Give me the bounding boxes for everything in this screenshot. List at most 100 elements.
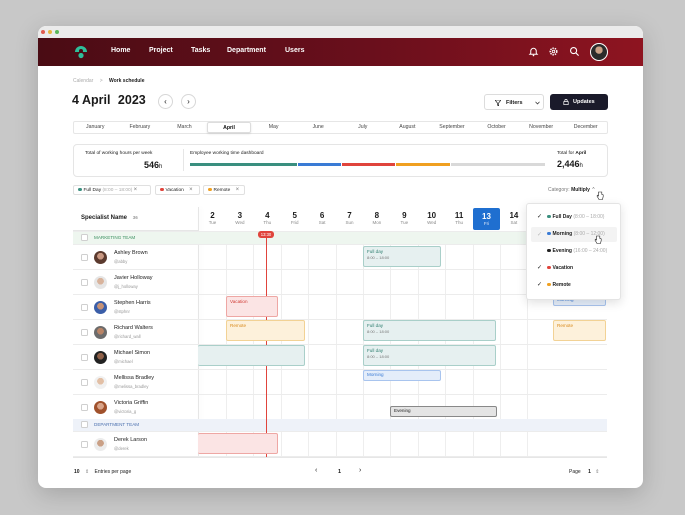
event-full-day-continued[interactable] <box>198 345 305 366</box>
specialist-name[interactable]: Ashley Brown <box>114 250 148 256</box>
row-checkbox[interactable] <box>81 354 88 361</box>
row-checkbox[interactable] <box>81 279 88 286</box>
day-header[interactable]: 6 Sat <box>309 207 336 231</box>
month-september[interactable]: September <box>430 122 475 133</box>
total-hours-label: Total of working hours per week <box>85 151 153 156</box>
gear-icon[interactable] <box>548 46 559 57</box>
updates-button[interactable]: Updates <box>550 94 608 110</box>
day-header[interactable]: 4 Thu <box>254 207 281 231</box>
row-checkbox[interactable] <box>81 379 88 386</box>
month-january[interactable]: January <box>73 122 118 133</box>
month-august[interactable]: August <box>385 122 430 133</box>
legend-full-day-time: (8:00 – 18:00) <box>102 188 133 193</box>
event-full-day[interactable]: Full day 8:00 – 18:00 <box>363 345 496 366</box>
row-checkbox[interactable] <box>81 254 88 261</box>
specialist-name[interactable]: Javier Holloway <box>114 275 153 281</box>
next-date-button[interactable]: › <box>181 94 196 109</box>
month-april[interactable]: April <box>206 122 252 133</box>
remove-remote-icon[interactable]: × <box>236 187 240 193</box>
avatar <box>94 438 107 451</box>
entries-per-page[interactable]: 10 ⇕ Entries per page <box>74 469 131 475</box>
event-vacation[interactable]: Vacation <box>226 296 278 317</box>
day-header[interactable]: 5 Frid <box>281 207 308 231</box>
pagination-current[interactable]: 1 <box>338 469 341 475</box>
month-october[interactable]: October <box>474 122 519 133</box>
user-avatar[interactable] <box>590 43 608 61</box>
april-total-number: 2,446 <box>557 159 580 169</box>
entries-label: Entries per page <box>94 469 132 475</box>
breadcrumb: Calendar > Work schedule <box>73 78 144 84</box>
event-morning[interactable]: Morning <box>363 370 441 381</box>
event-remote[interactable]: Remote <box>226 320 305 341</box>
day-header[interactable]: 13 Fri <box>473 208 500 230</box>
stepper-icon[interactable]: ⇕ <box>595 469 599 475</box>
month-march[interactable]: March <box>162 122 207 133</box>
month-july[interactable]: July <box>341 122 386 133</box>
stepper-icon[interactable]: ⇕ <box>85 469 89 475</box>
dropdown-item-remote[interactable]: Remote <box>547 282 571 288</box>
month-february[interactable]: February <box>118 122 163 133</box>
nav-project[interactable]: Project <box>149 47 173 54</box>
day-header[interactable]: 3 Wed <box>226 207 253 231</box>
month-november[interactable]: November <box>519 122 564 133</box>
filters-button[interactable]: Filters <box>484 94 544 110</box>
prev-date-button[interactable]: ‹ <box>158 94 173 109</box>
nav-department[interactable]: Department <box>227 47 266 54</box>
specialist-header-label: Specialist Name <box>81 215 128 221</box>
month-december[interactable]: December <box>563 122 608 133</box>
legend-chip-full-day[interactable]: Full Day (8:00 – 18:00) × <box>73 185 151 195</box>
specialist-name[interactable]: Richard Walters <box>114 325 153 331</box>
remove-full-day-icon[interactable]: × <box>134 187 138 193</box>
april-total-unit: h <box>579 163 583 169</box>
dropdown-item-evening[interactable]: Evening (16:00 – 24:00) <box>547 248 607 254</box>
breadcrumb-parent[interactable]: Calendar <box>73 78 93 84</box>
bell-icon[interactable] <box>528 46 539 57</box>
search-icon[interactable] <box>569 46 580 57</box>
legend-chip-vacation[interactable]: Vacation × <box>155 185 200 195</box>
window-minimize-dot[interactable] <box>48 30 52 34</box>
dropdown-full-day-label: Full Day <box>552 214 572 220</box>
specialist-name[interactable]: Michael Simon <box>114 350 150 356</box>
nav-home[interactable]: Home <box>111 47 130 54</box>
nav-users[interactable]: Users <box>285 47 304 54</box>
day-header[interactable]: 10 Wed <box>418 207 445 231</box>
remove-vacation-icon[interactable]: × <box>189 187 193 193</box>
month-may[interactable]: May <box>251 122 296 133</box>
page-select[interactable]: Page 1 ⇕ <box>569 469 599 475</box>
dropdown-item-full-day[interactable]: Full Day (8:00 – 18:00) <box>547 214 604 220</box>
row-checkbox[interactable] <box>81 304 88 311</box>
day-header[interactable]: 14 Sat <box>500 207 527 231</box>
pagination-next[interactable]: › <box>359 467 361 474</box>
day-header[interactable]: 11 Thu <box>446 207 473 231</box>
event-vacation-continued[interactable] <box>198 433 278 454</box>
event-full-day[interactable]: Full day 8:00 – 18:00 <box>363 246 441 267</box>
pagination-prev[interactable]: ‹ <box>315 467 317 474</box>
day-header[interactable]: 9 Tue <box>391 207 418 231</box>
window-maximize-dot[interactable] <box>55 30 59 34</box>
dropdown-item-vacation[interactable]: Vacation <box>547 265 573 271</box>
day-header[interactable]: 2 Tue <box>199 207 226 231</box>
month-june[interactable]: June <box>296 122 341 133</box>
event-evening[interactable]: Evening <box>390 406 497 417</box>
event-full-day[interactable]: Full day 8:00 – 18:00 <box>363 320 496 341</box>
row-checkbox[interactable] <box>81 441 88 448</box>
specialist-name[interactable]: Mellissa Bradley <box>114 375 154 381</box>
day-header[interactable]: 8 Mon <box>363 207 390 231</box>
row-checkbox[interactable] <box>81 404 88 411</box>
department-team-checkbox[interactable] <box>81 421 88 428</box>
day-header[interactable]: 7 Sun <box>336 207 363 231</box>
event-remote[interactable]: Remote <box>553 320 606 341</box>
nav-tasks[interactable]: Tasks <box>191 47 210 54</box>
grid-row-line <box>73 369 607 370</box>
marketing-team-checkbox[interactable] <box>81 234 88 241</box>
specialist-name[interactable]: Stephen Harris <box>114 300 151 306</box>
specialist-header[interactable]: Specialist Name 36 <box>81 215 138 221</box>
specialist-name[interactable]: Victoria Griffin <box>114 400 148 406</box>
legend-chip-remote[interactable]: Remote × <box>203 185 245 195</box>
dropdown-vacation-label: Vacation <box>552 265 574 271</box>
specialist-name[interactable]: Derek Larson <box>114 437 147 443</box>
window-close-dot[interactable] <box>41 30 45 34</box>
category-select[interactable]: Category: Multiply ⌃ <box>548 187 596 193</box>
row-checkbox[interactable] <box>81 329 88 336</box>
app-logo-icon[interactable] <box>74 45 88 59</box>
